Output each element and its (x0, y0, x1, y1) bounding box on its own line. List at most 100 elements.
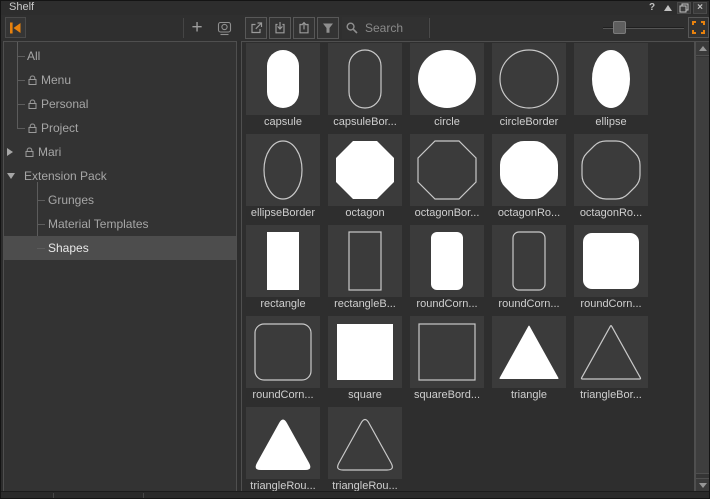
tree-item-label: Menu (41, 73, 71, 87)
shelf-item-label: triangleBor... (574, 388, 648, 405)
tree-item[interactable]: All (4, 44, 236, 68)
expand-fullscreen-button[interactable] (688, 17, 709, 38)
vertical-scrollbar[interactable] (695, 41, 710, 493)
window-controls: ? × (645, 1, 707, 14)
scrollbar-thumb[interactable] (696, 57, 709, 474)
shelf-item[interactable]: roundCorn... (246, 316, 320, 405)
tree-branch-tick (37, 248, 45, 249)
shelf-item-thumbnail (492, 134, 566, 206)
shelf-item[interactable]: octagonBor... (410, 134, 484, 223)
shelf-item[interactable]: rectangle (246, 225, 320, 314)
shelf-item-label: capsuleBor... (328, 115, 402, 132)
tree-item[interactable]: Project (4, 116, 236, 140)
shelf-item[interactable]: triangleBor... (574, 316, 648, 405)
expander-icon[interactable] (7, 173, 15, 179)
shelf-item[interactable]: ellipseBorder (246, 134, 320, 223)
toolbar: + (1, 15, 709, 41)
import-item-button[interactable] (269, 17, 291, 39)
shelf-item-label: roundCorn... (492, 297, 566, 314)
restore-button[interactable] (677, 2, 691, 14)
float-panel-button[interactable] (661, 2, 675, 14)
expander-icon[interactable] (7, 148, 13, 156)
search-icon (345, 21, 359, 35)
tree-item[interactable]: Personal (4, 92, 236, 116)
shelf-item-thumbnail (410, 43, 484, 115)
shelf-item[interactable]: octagonRo... (574, 134, 648, 223)
tree-item-label: Shapes (48, 241, 89, 255)
shelf-item[interactable]: triangleRou... (328, 407, 402, 493)
shelf-item[interactable]: capsuleBor... (328, 43, 402, 132)
shelf-item-thumbnail (492, 43, 566, 115)
tree-item[interactable]: Grunges (4, 188, 236, 212)
shelf-item[interactable]: octagonRo... (492, 134, 566, 223)
lock-icon (28, 123, 37, 134)
shelf-item[interactable]: rectangleB... (328, 225, 402, 314)
tree-item[interactable]: Material Templates (4, 212, 236, 236)
search-box[interactable] (342, 17, 428, 39)
restore-icon (679, 3, 689, 13)
scroll-up-button[interactable] (696, 42, 709, 56)
help-button[interactable]: ? (645, 2, 659, 14)
shelf-tree-panel: All Menu Personal Proje (3, 41, 237, 493)
export-item-button[interactable] (293, 17, 315, 39)
shelf-item-thumbnail (492, 225, 566, 297)
shelf-item-label: ellipse (574, 115, 648, 132)
shelf-item[interactable]: circleBorder (492, 43, 566, 132)
tree-branch-tick (17, 128, 25, 129)
shelf-item[interactable]: ellipse (574, 43, 648, 132)
search-input[interactable] (363, 20, 423, 36)
tree-item[interactable]: Shapes (4, 236, 236, 260)
lock-icon (25, 147, 34, 158)
tree-item-label: Extension Pack (24, 169, 107, 183)
shelf-item[interactable]: roundCorn... (410, 225, 484, 314)
shelf-item-thumbnail (574, 316, 648, 388)
shelf-item-label: octagon (328, 206, 402, 223)
shelf-item-label: octagonBor... (410, 206, 484, 223)
shelf-item-label: capsule (246, 115, 320, 132)
shelf-item[interactable]: roundCorn... (574, 225, 648, 314)
tree-item-label: Grunges (48, 193, 94, 207)
palette-icon (216, 20, 233, 37)
slider-handle[interactable] (613, 21, 626, 34)
scroll-down-button[interactable] (696, 478, 709, 492)
filter-button[interactable] (317, 17, 339, 39)
shelf-items-grid: capsule capsuleBor... circle circleBorde… (246, 43, 648, 493)
palette-browser-button[interactable] (213, 17, 235, 39)
arrow-up-icon (699, 46, 707, 51)
shelf-item-thumbnail (574, 134, 648, 206)
shelf-item-label: square (328, 388, 402, 405)
shelf-item-thumbnail (246, 225, 320, 297)
shelf-item[interactable]: triangle (492, 316, 566, 405)
shelf-item[interactable]: roundCorn... (492, 225, 566, 314)
shelf-item[interactable]: squareBord... (410, 316, 484, 405)
tree-branch-tick (37, 224, 45, 225)
shelf-item-thumbnail (574, 43, 648, 115)
collapse-arrow-icon (8, 20, 24, 36)
shelf-item-label: octagonRo... (574, 206, 648, 223)
collapse-panel-button[interactable] (5, 17, 26, 38)
tree-item[interactable]: Extension Pack (4, 164, 236, 188)
shelf-item-thumbnail (410, 225, 484, 297)
shelf-item-label: roundCorn... (246, 388, 320, 405)
shelf-item[interactable]: triangleRou... (246, 407, 320, 493)
shelf-item[interactable]: octagon (328, 134, 402, 223)
shelf-item-thumbnail (246, 43, 320, 115)
shelf-item[interactable]: square (328, 316, 402, 405)
export-shelf-button[interactable] (245, 17, 267, 39)
shelf-item-thumbnail (328, 316, 402, 388)
shelf-item-label: rectangle (246, 297, 320, 314)
bottom-panel-edge (1, 491, 709, 498)
shelf-item[interactable]: circle (410, 43, 484, 132)
shelf-tree: All Menu Personal Proje (4, 44, 236, 260)
close-button[interactable]: × (693, 2, 707, 14)
shelf-item-label: roundCorn... (410, 297, 484, 314)
titlebar[interactable]: Shelf ? × (1, 1, 709, 15)
tree-item[interactable]: Menu (4, 68, 236, 92)
add-shelf-button[interactable]: + (186, 17, 208, 39)
tree-item[interactable]: Mari (4, 140, 236, 164)
thumbnail-size-slider[interactable] (601, 18, 686, 38)
shelf-item[interactable]: capsule (246, 43, 320, 132)
shelf-item-thumbnail (328, 225, 402, 297)
shelf-item-thumbnail (246, 134, 320, 206)
shelf-item-thumbnail (410, 316, 484, 388)
